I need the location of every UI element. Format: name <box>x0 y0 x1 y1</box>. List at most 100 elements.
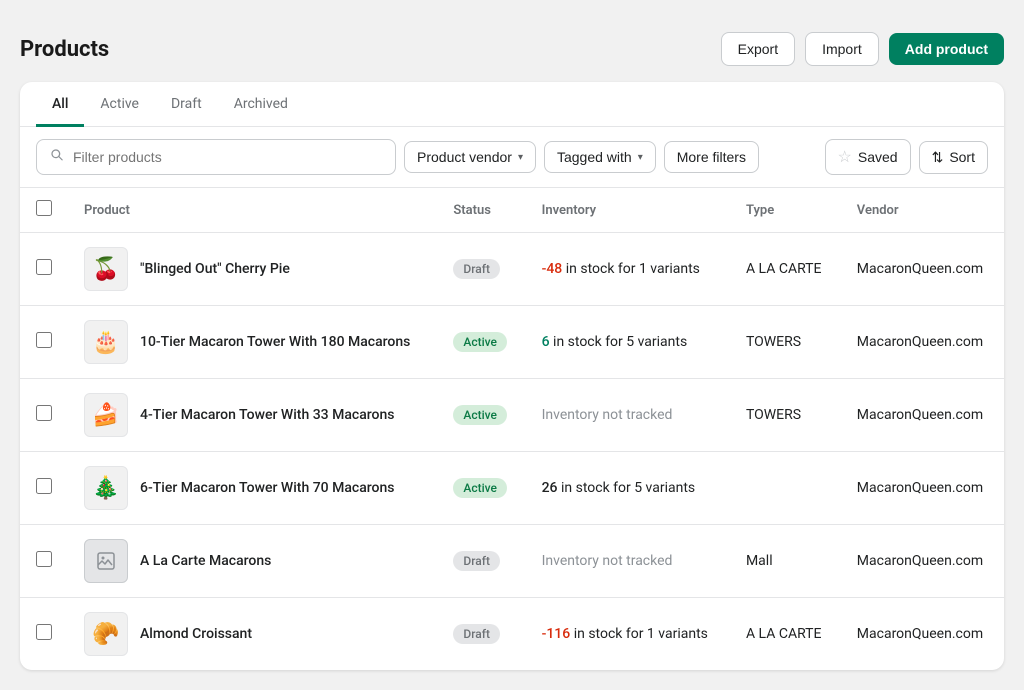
inventory-column-header: Inventory <box>526 188 730 233</box>
row-checkbox[interactable] <box>36 259 52 275</box>
saved-button[interactable]: ☆ Saved <box>825 139 911 175</box>
type-cell: TOWERS <box>730 379 841 452</box>
status-cell: Draft <box>437 233 525 306</box>
product-name: 10-Tier Macaron Tower With 180 Macarons <box>140 334 410 350</box>
stock-count: 26 <box>542 480 558 496</box>
page-wrapper: Products Export Import Add product All A… <box>20 20 1004 670</box>
search-wrap <box>36 139 396 175</box>
status-badge: Draft <box>453 259 500 279</box>
row-checkbox-cell <box>20 598 68 671</box>
select-all-checkbox[interactable] <box>36 200 52 216</box>
table-row: 🎄 6-Tier Macaron Tower With 70 Macarons Ac… <box>20 452 1004 525</box>
tab-all[interactable]: All <box>36 82 84 127</box>
inventory-cell: -48 in stock for 1 variants <box>526 233 730 306</box>
vendor-cell: MacaronQueen.com <box>841 525 1004 598</box>
status-cell: Draft <box>437 598 525 671</box>
chevron-down-icon: ▾ <box>518 152 523 163</box>
status-column-header: Status <box>437 188 525 233</box>
page-title: Products <box>20 37 109 62</box>
product-thumbnail: 🍰 <box>84 393 128 437</box>
type-cell: Mall <box>730 525 841 598</box>
type-column-header: Type <box>730 188 841 233</box>
vendor-cell: MacaronQueen.com <box>841 379 1004 452</box>
tab-draft[interactable]: Draft <box>155 82 218 127</box>
product-vendor-filter[interactable]: Product vendor ▾ <box>404 141 536 173</box>
tabs-bar: All Active Draft Archived <box>20 82 1004 127</box>
inventory-cell: 6 in stock for 5 variants <box>526 306 730 379</box>
star-icon: ☆ <box>838 147 852 167</box>
type-cell: A LA CARTE <box>730 598 841 671</box>
products-card: All Active Draft Archived Product vendor… <box>20 82 1004 670</box>
product-thumbnail: 🎂 <box>84 320 128 364</box>
row-checkbox[interactable] <box>36 624 52 640</box>
row-checkbox-cell <box>20 306 68 379</box>
status-cell: Active <box>437 379 525 452</box>
table-row: 🥐 Almond Croissant Draft -116 in stock for … <box>20 598 1004 671</box>
product-cell: 🥐 Almond Croissant <box>68 598 437 671</box>
product-cell: A La Carte Macarons <box>68 525 437 598</box>
tagged-with-filter[interactable]: Tagged with ▾ <box>544 141 656 173</box>
tab-active[interactable]: Active <box>84 82 155 127</box>
product-thumbnail: 🍒 <box>84 247 128 291</box>
product-name: Almond Croissant <box>140 626 252 642</box>
stock-count: -116 <box>542 626 571 642</box>
product-cell: 🎂 10-Tier Macaron Tower With 180 Macarons <box>68 306 437 379</box>
page-header: Products Export Import Add product <box>20 20 1004 82</box>
inventory-cell: -116 in stock for 1 variants <box>526 598 730 671</box>
type-cell: TOWERS <box>730 306 841 379</box>
table-row: 🍒 "Blinged Out" Cherry Pie Draft -48 in sto… <box>20 233 1004 306</box>
row-checkbox[interactable] <box>36 405 52 421</box>
status-cell: Active <box>437 306 525 379</box>
products-table: Product Status Inventory Type Vendor 🍒"B… <box>20 188 1004 670</box>
vendor-cell: MacaronQueen.com <box>841 598 1004 671</box>
select-all-header <box>20 188 68 233</box>
product-name: "Blinged Out" Cherry Pie <box>140 261 290 277</box>
vendor-cell: MacaronQueen.com <box>841 452 1004 525</box>
row-checkbox-cell <box>20 525 68 598</box>
chevron-down-icon: ▾ <box>638 152 643 163</box>
product-cell: 🍒 "Blinged Out" Cherry Pie <box>68 233 437 306</box>
row-checkbox[interactable] <box>36 332 52 348</box>
vendor-cell: MacaronQueen.com <box>841 306 1004 379</box>
row-checkbox[interactable] <box>36 551 52 567</box>
product-thumbnail: 🥐 <box>84 612 128 656</box>
product-name: 4-Tier Macaron Tower With 33 Macarons <box>140 407 394 423</box>
status-badge: Active <box>453 405 507 425</box>
table-row: A La Carte Macarons Draft Inventory not tr… <box>20 525 1004 598</box>
inventory-cell: 26 in stock for 5 variants <box>526 452 730 525</box>
filters-row: Product vendor ▾ Tagged with ▾ More filt… <box>20 127 1004 188</box>
product-cell: 🍰 4-Tier Macaron Tower With 33 Macarons <box>68 379 437 452</box>
product-name: 6-Tier Macaron Tower With 70 Macarons <box>140 480 394 496</box>
type-cell: A LA CARTE <box>730 233 841 306</box>
tab-archived[interactable]: Archived <box>218 82 304 127</box>
status-badge: Draft <box>453 624 500 644</box>
search-input[interactable] <box>73 149 383 165</box>
product-name: A La Carte Macarons <box>140 553 271 569</box>
status-badge: Active <box>453 478 507 498</box>
inventory-cell: Inventory not tracked <box>526 379 730 452</box>
status-cell: Active <box>437 452 525 525</box>
status-badge: Draft <box>453 551 500 571</box>
product-column-header: Product <box>68 188 437 233</box>
stock-count: -48 <box>542 261 563 277</box>
product-cell: 🎄 6-Tier Macaron Tower With 70 Macarons <box>68 452 437 525</box>
product-thumbnail: 🎄 <box>84 466 128 510</box>
import-button[interactable]: Import <box>805 32 879 66</box>
more-filters-button[interactable]: More filters <box>664 141 759 173</box>
row-checkbox-cell <box>20 379 68 452</box>
header-actions: Export Import Add product <box>721 32 1004 66</box>
product-thumbnail <box>84 539 128 583</box>
vendor-cell: MacaronQueen.com <box>841 233 1004 306</box>
row-checkbox-cell <box>20 233 68 306</box>
stock-count: 6 <box>542 334 550 350</box>
export-button[interactable]: Export <box>721 32 795 66</box>
row-checkbox-cell <box>20 452 68 525</box>
add-product-button[interactable]: Add product <box>889 33 1004 65</box>
status-cell: Draft <box>437 525 525 598</box>
sort-button[interactable]: ⇅ Sort <box>919 141 988 174</box>
inventory-cell: Inventory not tracked <box>526 525 730 598</box>
search-icon <box>49 147 65 167</box>
sort-icon: ⇅ <box>932 149 944 166</box>
type-cell <box>730 452 841 525</box>
row-checkbox[interactable] <box>36 478 52 494</box>
